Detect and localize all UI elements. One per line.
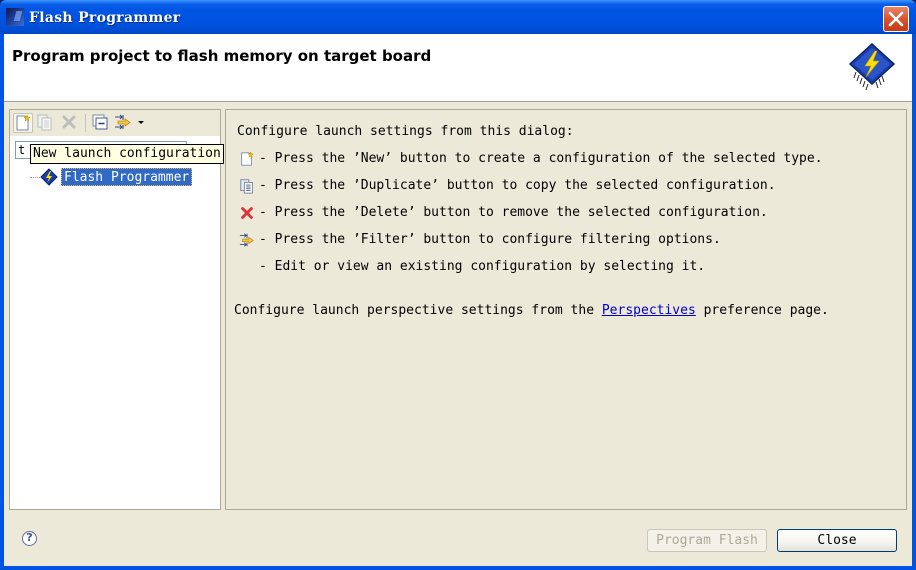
help-icon[interactable]: ? <box>22 531 37 546</box>
duplicate-button[interactable] <box>36 113 56 133</box>
new-config-icon <box>241 151 254 166</box>
filter-button[interactable] <box>114 113 134 133</box>
launch-config-toolbar <box>10 110 220 136</box>
filter-icon <box>115 114 131 130</box>
perspective-suffix: preference page. <box>695 303 829 318</box>
duplicate-icon <box>37 114 52 131</box>
new-launch-config-button[interactable] <box>13 113 33 133</box>
dialog-header: Program project to flash memory on targe… <box>4 34 912 102</box>
flash-chip-icon <box>848 42 896 91</box>
collapse-all-icon <box>92 114 108 130</box>
intro-text: Configure launch settings from this dial… <box>237 124 574 139</box>
instruction-filter: - Press the ’Filter’ button to configure… <box>259 232 721 247</box>
instruction-delete: - Press the ’Delete’ button to remove th… <box>259 205 768 220</box>
program-flash-button[interactable]: Program Flash <box>647 529 767 552</box>
delete-icon <box>62 115 76 129</box>
flash-programmer-app-icon <box>6 8 24 26</box>
launch-config-tree-pane: t New launch configuration Flash Program… <box>9 109 224 510</box>
flash-programmer-dialog: Flash Programmer Program project to flas… <box>0 0 916 570</box>
duplicate-icon <box>240 179 253 194</box>
flash-programmer-icon <box>40 168 58 186</box>
view-menu-button[interactable] <box>136 113 148 133</box>
new-launch-config-tooltip: New launch configuration <box>30 144 224 164</box>
close-button[interactable]: Close <box>777 529 897 552</box>
delete-icon <box>241 207 253 219</box>
new-config-icon <box>16 114 31 131</box>
close-icon <box>888 11 904 27</box>
delete-button[interactable] <box>60 113 80 133</box>
perspective-settings-text: Configure launch perspective settings fr… <box>234 303 829 319</box>
launch-config-info-pane: Configure launch settings from this dial… <box>225 109 907 510</box>
title-bar[interactable]: Flash Programmer <box>0 0 916 34</box>
perspective-prefix: Configure launch perspective settings fr… <box>234 303 602 318</box>
filter-icon <box>239 233 254 247</box>
instruction-duplicate: - Press the ’Duplicate’ button to copy t… <box>259 178 776 193</box>
header-title: Program project to flash memory on targe… <box>12 47 432 65</box>
tree-item-flash-programmer[interactable]: Flash Programmer <box>61 168 193 186</box>
perspectives-link[interactable]: Perspectives <box>602 303 696 318</box>
instruction-edit: - Edit or view an existing configuration… <box>259 259 706 274</box>
instruction-new: - Press the ’New’ button to create a con… <box>259 151 823 166</box>
window-title: Flash Programmer <box>29 10 181 26</box>
dialog-client-area: Program project to flash memory on targe… <box>4 34 912 566</box>
collapse-all-button[interactable] <box>91 113 111 133</box>
close-window-button[interactable] <box>883 6 909 32</box>
dropdown-arrow-icon <box>138 121 144 124</box>
toolbar-separator <box>85 114 86 132</box>
